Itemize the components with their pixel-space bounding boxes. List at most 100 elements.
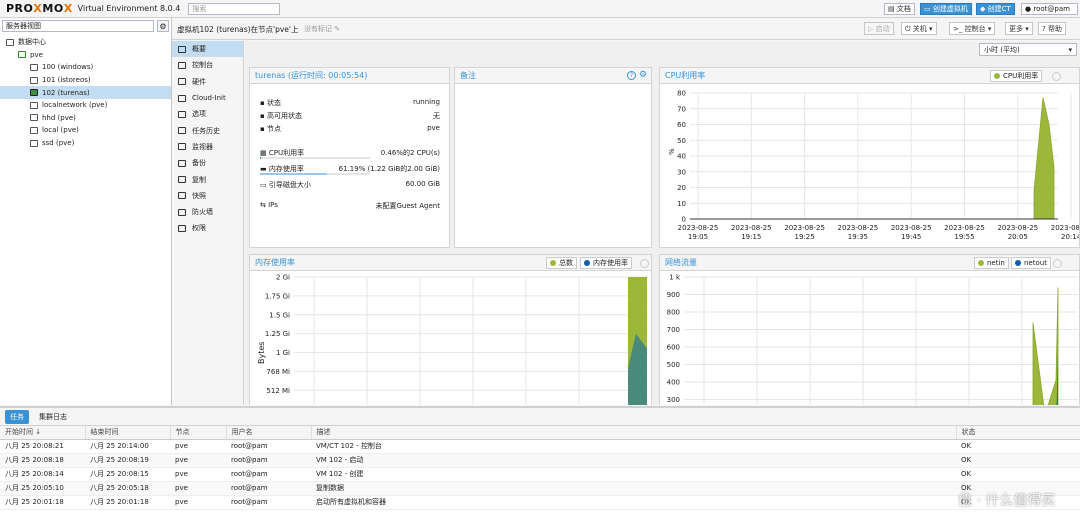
undo-zoom-icon[interactable] xyxy=(640,259,649,268)
menu-item[interactable]: 备份 xyxy=(172,155,243,171)
mem-legend-used[interactable]: 内存使用率 xyxy=(580,257,632,269)
undo-zoom-icon[interactable] xyxy=(1053,259,1062,268)
tree-item[interactable]: 102 (turenas) xyxy=(0,86,171,99)
tree-item[interactable]: 数据中心 xyxy=(0,36,171,49)
legend-swatch xyxy=(1015,260,1021,266)
menu-item-label: 复制 xyxy=(192,175,206,184)
y-tick-label: 70 xyxy=(677,105,686,113)
legend-swatch xyxy=(978,260,984,266)
undo-zoom-icon[interactable] xyxy=(1052,72,1061,81)
tree-item[interactable]: localnetwork (pve) xyxy=(0,99,171,112)
menu-item[interactable]: 权限 xyxy=(172,220,243,236)
tab-tasks[interactable]: 任务 xyxy=(5,409,29,424)
table-cell: root@pam xyxy=(226,453,311,468)
y-tick-label: 10 xyxy=(677,200,686,208)
menu-item[interactable]: 防火墙 xyxy=(172,204,243,220)
y-tick-label: 1.75 Gi xyxy=(265,292,290,300)
menu-item[interactable]: 监视器 xyxy=(172,139,243,155)
start-button[interactable]: ▷ 启动 xyxy=(864,22,894,35)
tree-item[interactable]: local (pve) xyxy=(0,124,171,137)
menu-item[interactable]: 控制台 xyxy=(172,57,243,73)
tab-cluster-log[interactable]: 集群日志 xyxy=(34,410,72,424)
menu-item[interactable]: 任务历史 xyxy=(172,122,243,138)
net-legend-netout[interactable]: netout xyxy=(1011,257,1051,269)
x-tick-label: 2023-08-25 xyxy=(997,224,1038,232)
ha-icon: ▪ xyxy=(260,112,267,120)
user-menu-button[interactable]: ● root@pam xyxy=(1021,3,1078,15)
gear-icon[interactable]: ⚙ xyxy=(639,70,647,80)
menu-item-label: 防火墙 xyxy=(192,208,213,217)
storage-icon xyxy=(30,126,38,134)
backup-icon xyxy=(178,159,186,167)
y-tick-label: 2 Gi xyxy=(276,274,290,282)
tree-item-label: 100 (windows) xyxy=(42,63,94,72)
history-icon xyxy=(178,127,186,135)
tree-item[interactable]: ssd (pve) xyxy=(0,137,171,150)
table-row[interactable]: 八月 25 20:01:18 八月 25 20:01:18 pve root@pam 启… xyxy=(0,495,1080,510)
table-row[interactable]: 八月 25 20:08:18 八月 25 20:08:19 pve root@pam V… xyxy=(0,453,1080,468)
x-tick-label: 19:55 xyxy=(954,233,974,241)
x-tick-label: 2023-08-25 xyxy=(1051,224,1079,232)
replication-icon xyxy=(178,176,186,184)
gear-icon[interactable]: ⚙ xyxy=(157,20,169,32)
table-cell: VM 102 - 启动 xyxy=(311,453,956,468)
column-header[interactable]: 结束时间 xyxy=(85,426,171,440)
y-tick-label: 700 xyxy=(667,326,680,334)
book-icon: ▤ xyxy=(888,5,897,13)
menu-item[interactable]: 快照 xyxy=(172,188,243,204)
network-chart: 01002003004005006007008009001 k xyxy=(667,274,1078,405)
notes-title: 备注 xyxy=(455,68,651,84)
tree-item[interactable]: 100 (windows) xyxy=(0,61,171,74)
more-button[interactable]: 更多 ▾ xyxy=(1005,22,1033,35)
net-legend-netin[interactable]: netin xyxy=(974,257,1009,269)
y-tick-label: 80 xyxy=(677,90,686,98)
tree-item[interactable]: hhd (pve) xyxy=(0,112,171,125)
table-cell: root@pam xyxy=(226,481,311,496)
search-input[interactable]: 搜索 xyxy=(188,2,281,15)
content-toolbar: 虚拟机102 (turenas)在节点'pve'上 没有标记 ✎ ▷ 启动 ⏻ … xyxy=(172,18,1080,40)
tags-edit[interactable]: 没有标记 ✎ xyxy=(304,24,340,34)
docs-button[interactable]: ▤ 文档 xyxy=(884,3,915,15)
menu-item[interactable]: 硬件 xyxy=(172,74,243,90)
menu-item[interactable]: 概要 xyxy=(172,41,243,58)
column-header[interactable]: 开始时间 ↓ xyxy=(0,426,86,440)
menu-item[interactable]: 复制 xyxy=(172,171,243,187)
cpu-usage-fill xyxy=(260,157,262,159)
mem-legend-total[interactable]: 总数 xyxy=(546,257,577,269)
shutdown-button[interactable]: ⏻ 关机 ▾ xyxy=(901,22,937,35)
x-tick-label: 2023-08-25 xyxy=(678,224,719,232)
status-panel-title: turenas (运行时间: 00:05:54) xyxy=(250,68,449,84)
column-header[interactable]: 状态 xyxy=(956,426,1080,440)
column-header[interactable]: 用户名 xyxy=(226,426,312,440)
help-icon[interactable]: ? xyxy=(627,71,636,80)
chevron-down-icon: ▾ xyxy=(929,25,933,33)
column-header[interactable]: 节点 xyxy=(170,426,227,440)
x-tick-label: 19:25 xyxy=(795,233,815,241)
column-header[interactable]: 描述 xyxy=(311,426,957,440)
proxmox-logo: PRO X MO X xyxy=(6,2,73,15)
memory-chart: 0256 Mi512 Mi768 Mi1 Gi1.25 Gi1.5 Gi1.75… xyxy=(257,274,648,405)
menu-item[interactable]: Cloud-Init xyxy=(172,90,243,106)
options-icon xyxy=(178,110,186,118)
netin-area xyxy=(1032,287,1059,405)
console-button[interactable]: >_ 控制台 ▾ xyxy=(949,22,996,35)
table-cell: 八月 25 20:05:10 xyxy=(0,481,85,496)
table-row[interactable]: 八月 25 20:08:14 八月 25 20:08:15 pve root@pam V… xyxy=(0,467,1080,482)
help-button[interactable]: ? 帮助 xyxy=(1038,22,1066,35)
network-chart-panel: 网络流量 netin netout 0100200300400500600700… xyxy=(659,254,1080,405)
memory-usage-bar xyxy=(260,173,370,175)
timeframe-select[interactable]: 小时 (平均) ▾ xyxy=(979,43,1077,56)
table-row[interactable]: 八月 25 20:08:21 八月 25 20:14:00 pve root@pam V… xyxy=(0,439,1080,454)
menu-item[interactable]: 选项 xyxy=(172,106,243,122)
create-ct-button[interactable]: ◆ 创建CT xyxy=(976,3,1015,15)
create-vm-button[interactable]: ▭ 创建虚拟机 xyxy=(920,3,972,15)
tree-item[interactable]: pve xyxy=(0,49,171,62)
view-selector[interactable]: 服务器视图 xyxy=(2,20,154,32)
cpu-chart-panel: CPU利用率 CPU利用率 0 10 20 30 40 50 60 70 80 2023-08-2… xyxy=(659,67,1080,248)
table-row[interactable]: 八月 25 20:05:10 八月 25 20:05:18 pve root@pam 复… xyxy=(0,481,1080,496)
cpu-legend-item[interactable]: CPU利用率 xyxy=(990,70,1043,82)
table-cell: VM/CT 102 - 控制台 xyxy=(311,439,956,454)
y-tick-label: 300 xyxy=(667,396,680,404)
watermark: 值 · 什么值得买 xyxy=(958,493,1056,509)
tree-item[interactable]: 101 (istoreos) xyxy=(0,74,171,87)
